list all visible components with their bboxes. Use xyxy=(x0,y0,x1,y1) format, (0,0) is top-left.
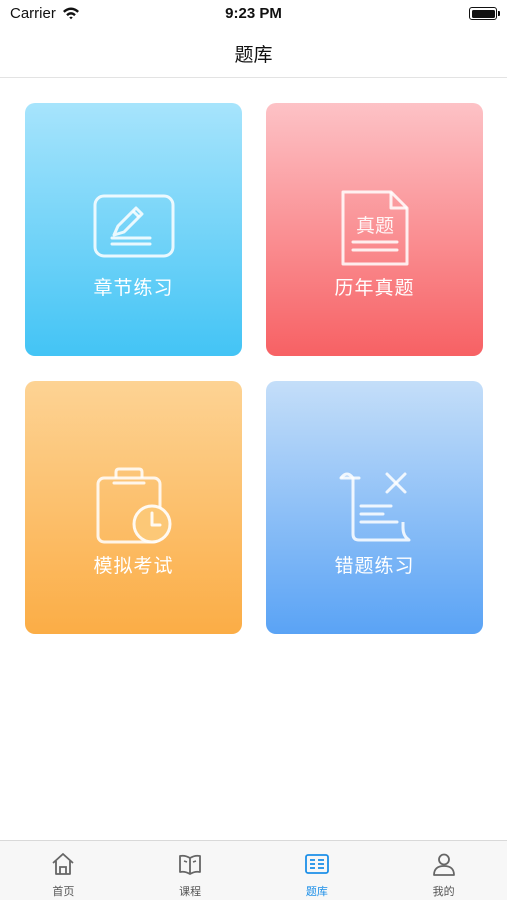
nav-bar: 题库 xyxy=(0,30,507,78)
home-icon xyxy=(50,851,76,877)
document-icon-text: 真题 xyxy=(355,215,393,237)
tab-bar: 首页 课程 题库 我的 xyxy=(0,840,507,900)
chapter-practice-card[interactable]: 章节练习 xyxy=(25,103,242,356)
battery-icon xyxy=(469,7,500,20)
clipboard-clock-icon xyxy=(25,461,242,551)
past-exams-card[interactable]: 真题 历年真题 xyxy=(266,103,483,356)
edit-board-icon xyxy=(25,183,242,273)
tab-question-bank-label: 题库 xyxy=(305,885,328,898)
wrong-questions-label: 错题练习 xyxy=(334,555,415,577)
status-bar: Carrier 9:23 PM xyxy=(0,0,507,30)
tab-home[interactable]: 首页 xyxy=(0,841,127,900)
clock: 9:23 PM xyxy=(225,5,282,22)
question-bank-icon xyxy=(304,851,330,877)
document-icon: 真题 xyxy=(266,183,483,273)
tab-profile[interactable]: 我的 xyxy=(380,841,507,900)
scroll-x-icon xyxy=(266,461,483,551)
mock-exam-label: 模拟考试 xyxy=(93,555,174,577)
user-icon xyxy=(431,851,457,877)
tab-profile-label: 我的 xyxy=(432,885,455,898)
tab-question-bank[interactable]: 题库 xyxy=(254,841,381,900)
tab-home-label: 首页 xyxy=(52,885,75,898)
wrong-questions-card[interactable]: 错题练习 xyxy=(266,381,483,634)
tab-courses-label: 课程 xyxy=(179,885,202,898)
mock-exam-card[interactable]: 模拟考试 xyxy=(25,381,242,634)
tab-courses[interactable]: 课程 xyxy=(127,841,254,900)
page-title: 题库 xyxy=(234,44,273,66)
book-icon xyxy=(177,851,203,877)
chapter-practice-label: 章节练习 xyxy=(93,277,174,299)
past-exams-label: 历年真题 xyxy=(334,277,415,299)
